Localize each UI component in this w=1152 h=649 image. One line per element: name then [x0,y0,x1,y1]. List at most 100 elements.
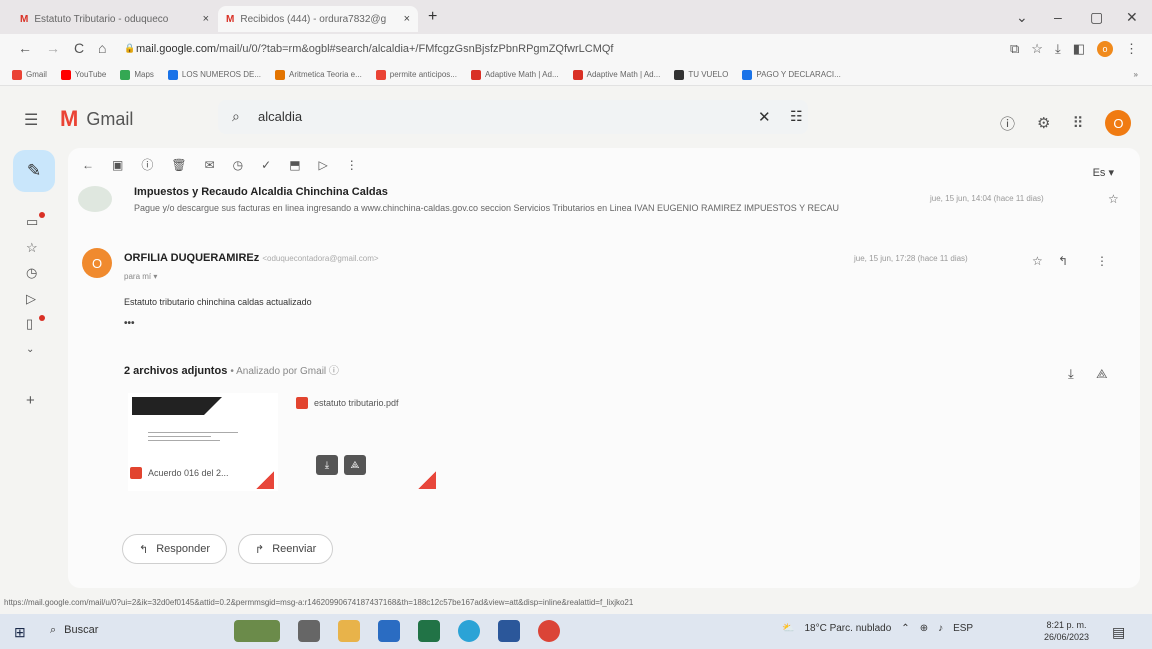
help-icon[interactable]: ⓘ [1000,113,1015,134]
reply-button[interactable]: ↰ Responder [122,534,228,564]
tab-estatuto[interactable]: M Estatuto Tributario - oduqueco × [12,6,217,32]
bookmark-label: LOS NUMEROS DE... [181,70,262,79]
bookmark-item[interactable]: TU VUELO [674,69,728,80]
more-menu-icon[interactable]: ⋮ [1125,41,1138,57]
tab-search-icon[interactable]: ⌄ [1016,9,1028,26]
main-menu-icon[interactable]: ☰ [24,110,38,130]
chrome-icon[interactable] [538,620,560,642]
edge-icon[interactable] [458,620,480,642]
message-date: jue, 15 jun, 17:28 (hace 11 dias) [854,254,968,263]
unread-dot [39,315,45,321]
profile-avatar[interactable]: o [1097,41,1113,57]
save-to-drive-icon[interactable]: ⟁ [344,455,366,475]
search-bar[interactable]: ⌕ alcaldia ✕ ☷ [218,100,808,134]
attachment-card[interactable]: Acuerdo 016 del 2... [128,393,278,491]
gmail-logo[interactable]: M Gmail [60,106,133,132]
close-window-button[interactable]: ✕ [1126,9,1138,26]
file-explorer-icon[interactable] [338,620,360,642]
search-options-icon[interactable]: ☷ [790,108,803,125]
bookmark-item[interactable]: LOS NUMEROS DE... [167,69,262,80]
forward-icon[interactable]: → [46,40,60,56]
url-field[interactable]: mail.google.com/mail/u/0/?tab=rm&ogbl#se… [136,43,613,55]
reload-icon[interactable]: C [74,40,84,56]
bookmark-item[interactable]: Adaptive Math | Ad... [572,69,660,80]
bookmark-item[interactable]: YouTube [60,69,106,80]
download-all-icon[interactable]: ⤓ [1068,366,1074,382]
download-attachment-icon[interactable]: ⤓ [316,455,338,475]
add-to-drive-icon[interactable]: ⟁ [1096,366,1108,382]
clear-search-icon[interactable]: ✕ [758,108,771,126]
language-indicator[interactable]: ESP [953,623,973,634]
download-icon[interactable]: ⤓ [1055,41,1061,57]
bookmark-star-icon[interactable]: ☆ [1031,41,1043,57]
inbox-icon[interactable]: ▭ [26,214,38,230]
star-icon[interactable]: ☆ [1108,192,1119,206]
tray-chevron-icon[interactable]: ⌃ [901,623,909,634]
bookmark-item[interactable]: permite anticipos... [375,69,457,80]
bookmarks-overflow-icon[interactable]: » [1134,70,1138,79]
news-widget-icon[interactable] [234,620,280,642]
report-spam-icon[interactable]: ⓘ [141,156,153,173]
mark-unread-icon[interactable]: ✉ [205,158,215,172]
account-avatar[interactable]: O [1105,110,1132,136]
delete-icon[interactable]: 🗑 [171,158,186,172]
close-tab-icon[interactable]: × [404,13,410,25]
search-icon: ⌕ [50,624,57,636]
taskbar-search[interactable]: ⌕ Buscar [50,624,98,637]
close-tab-icon[interactable]: × [203,13,209,25]
bookmark-item[interactable]: Gmail [12,69,47,80]
reply-icon[interactable]: ↰ [1058,254,1068,268]
recipient-toggle[interactable]: para mí ▾ [124,272,157,281]
add-label-icon[interactable]: + [26,392,35,409]
bookmark-favicon [470,69,481,80]
label-icon[interactable]: ▷ [319,158,328,172]
more-labels-icon[interactable]: ⌄ [26,344,34,355]
search-input[interactable]: alcaldia [258,109,302,124]
bookmark-item[interactable]: Maps [120,69,154,80]
volume-icon[interactable]: ♪ [938,623,943,634]
starred-icon[interactable]: ☆ [26,240,38,256]
sent-icon[interactable]: ▷ [26,291,36,307]
star-icon[interactable]: ☆ [1032,254,1043,268]
more-icon[interactable]: ⋮ [1096,254,1108,268]
more-actions-icon[interactable]: ⋮ [346,158,358,172]
notifications-icon[interactable]: ▤ [1112,624,1125,641]
bookmark-item[interactable]: Adaptive Math | Ad... [470,69,559,80]
network-icon[interactable]: ⊕ [920,623,928,634]
apps-grid-icon[interactable]: ⠿ [1072,114,1083,132]
snoozed-icon[interactable]: ◷ [26,265,37,281]
bookmark-item[interactable]: PAGO Y DECLARACI... [742,69,841,80]
back-icon[interactable]: ← [18,40,32,56]
excel-icon[interactable] [418,620,440,642]
windows-start-icon[interactable]: ⊞ [14,624,26,641]
add-task-icon[interactable]: ✓ [261,158,271,172]
attachment-card[interactable]: estatuto tributario.pdf ⤓ ⟁ [296,393,446,491]
search-icon[interactable]: ⌕ [232,108,240,125]
share-icon[interactable]: ⧉ [1010,41,1019,57]
collapsed-message[interactable]: Impuestos y Recaudo Alcaldia Chinchina C… [78,178,1128,224]
move-to-icon[interactable]: ⬒ [289,158,300,172]
snooze-icon[interactable]: ◷ [233,158,243,172]
forward-button[interactable]: ↱ Reenviar [238,534,334,564]
maximize-button[interactable]: ▢ [1090,9,1103,26]
mail-app-icon[interactable] [378,620,400,642]
pdf-corner-icon [256,471,274,489]
archive-icon[interactable]: ▣ [112,158,123,172]
drafts-icon[interactable]: ▯ [26,316,33,332]
weather-text[interactable]: 18°C Parc. nublado [804,623,891,634]
clock[interactable]: 8:21 p. m. 26/06/2023 [1044,619,1089,643]
word-icon[interactable] [498,620,520,642]
minimize-button[interactable]: – [1054,9,1062,25]
new-tab-button[interactable]: + [428,8,437,26]
tab-recibidos[interactable]: M Recibidos (444) - ordura7832@g × [218,6,418,32]
gmail-favicon: M [20,13,29,25]
settings-gear-icon[interactable]: ⚙ [1037,114,1050,132]
home-icon[interactable]: ⌂ [98,40,106,56]
back-arrow-icon[interactable]: ← [82,158,94,172]
compose-button[interactable]: ✎ [13,150,55,192]
message-body: Estatuto tributario chinchina caldas act… [124,297,312,307]
task-view-icon[interactable] [298,620,320,642]
show-trimmed-button[interactable]: ••• [124,318,135,329]
bookmark-item[interactable]: Aritmetica Teoria e... [275,69,362,80]
sidepanel-icon[interactable]: ◧ [1073,41,1085,57]
